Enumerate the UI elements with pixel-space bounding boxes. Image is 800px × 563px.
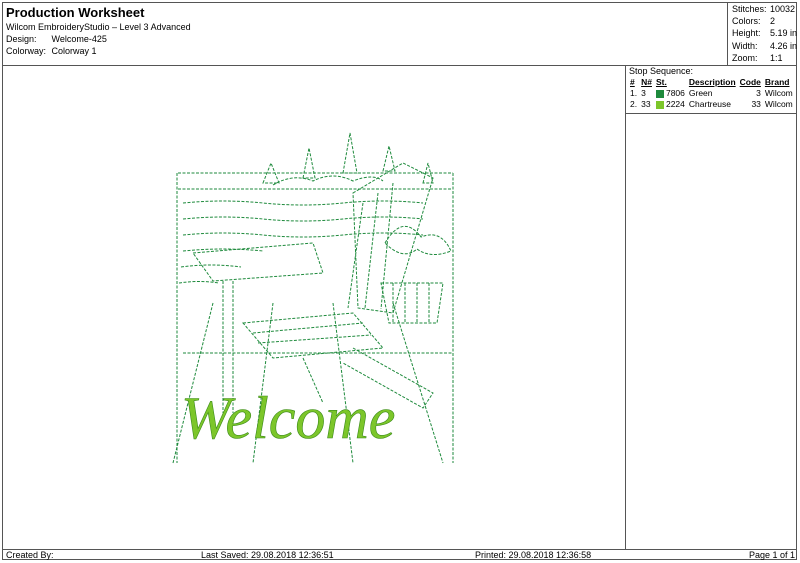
page-number: Page 1 of 1 [749,550,796,560]
stat-zoom: Zoom: 1:1 [732,52,783,63]
stat-stitches: Stitches: 10032 [732,4,796,14]
colorway-label: Colorway: [6,46,47,56]
table-row: 1. 3 7806 Green 3 Wilcom [630,88,793,98]
design-preview: Welcome [153,123,473,483]
stat-width: Width: 4.26 in [732,40,798,51]
col-number: # [630,77,635,87]
color-swatch-green [655,89,664,98]
colorway-row: Colorway: Colorway 1 [6,45,726,57]
printed-date: Printed: 29.08.2018 12:36:58 [475,550,592,560]
col-brand: Brand [764,77,790,87]
col-code: Code [739,77,761,87]
design-label: Design: [6,34,37,44]
software-name: Wilcom EmbroideryStudio – Level 3 Advanc… [6,22,191,32]
production-worksheet: Production Worksheet Wilcom EmbroiderySt… [2,2,797,560]
embroidery-design: Welcome [172,132,454,464]
col-n: N# [641,77,652,87]
svg-text:Welcome: Welcome [181,385,395,451]
last-saved: Last Saved: 29.08.2018 12:36:51 [201,550,334,560]
design-row: Design: Welcome-425 [6,33,726,45]
col-description: Description [688,77,736,87]
colorway-value: Colorway 1 [51,46,97,56]
stat-colors: Colors: 2 [732,16,776,27]
stop-header-row: # N# St. Description Code Brand [628,77,795,88]
stat-height: Height: 5.19 in [732,28,798,39]
stats-box: Stitches: 10032 Colors: 2 Height: 5.19 in W… [727,3,797,65]
created-by: Created By: [6,550,54,560]
design-info: Production Worksheet Wilcom EmbroiderySt… [6,5,726,57]
design-value: Welcome-425 [51,34,107,44]
table-row: 2. 33 2224 Chartreuse 33 Wilcom [630,99,793,109]
col-st: St. [655,77,667,87]
page-title: Production Worksheet [6,5,145,20]
worksheet-footer: Created By: Last Saved: 29.08.2018 12:36… [3,549,796,561]
stop-sequence-panel: Stop Sequence: # N# St. Description Code… [625,65,797,550]
stop-sequence-title: Stop Sequence: [629,66,694,76]
color-swatch-chartreuse [655,100,664,109]
stop-sequence-table: # N# St. Description Code Brand 1. 3 780… [628,77,795,110]
worksheet-header: Production Worksheet Wilcom EmbroiderySt… [3,3,797,66]
stop-sequence-divider [626,113,797,114]
